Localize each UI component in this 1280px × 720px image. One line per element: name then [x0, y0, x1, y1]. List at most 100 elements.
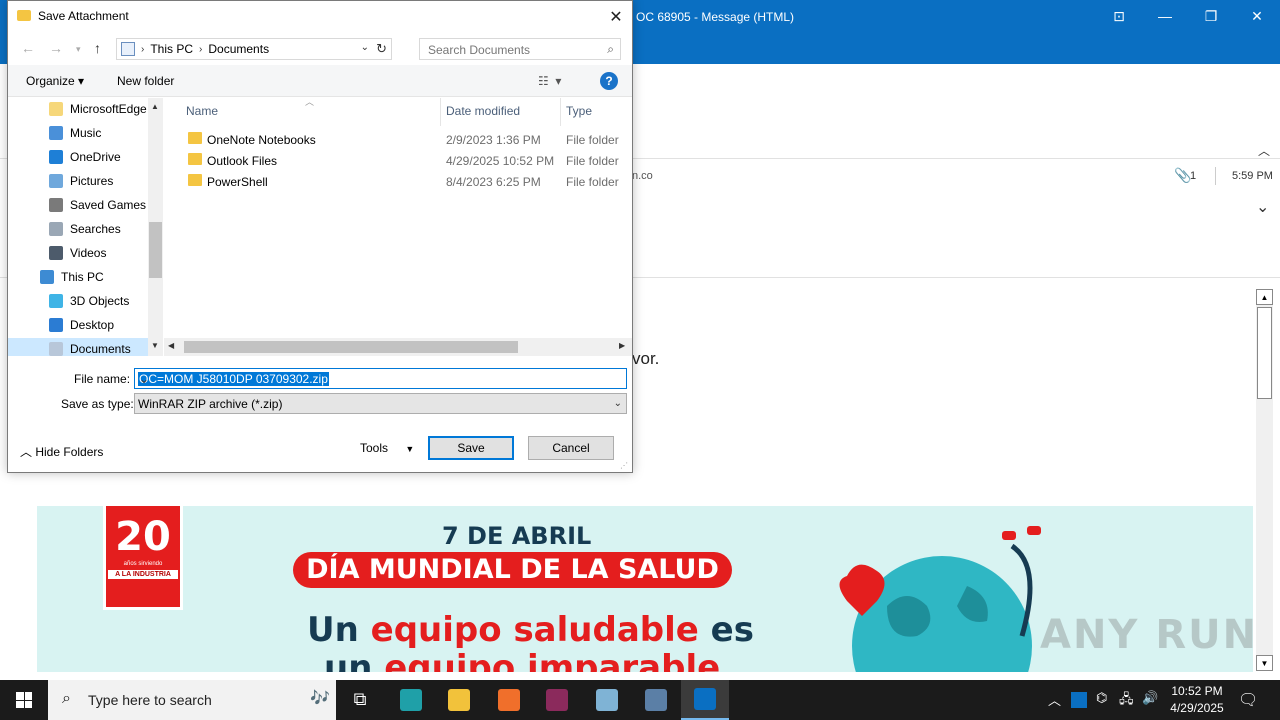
breadcrumb-this-pc[interactable]: This PC — [150, 42, 193, 56]
filename-dropdown-icon[interactable]: ⌄ — [138, 372, 622, 386]
file-row[interactable]: PowerShell 8/4/2023 6:25 PM File folder — [164, 171, 632, 192]
message-body-text: vor. — [632, 349, 660, 368]
new-folder-button[interactable]: New folder — [117, 74, 174, 88]
back-arrow-icon[interactable]: ← — [21, 40, 35, 56]
scroll-up-icon[interactable]: ▲ — [151, 102, 159, 111]
attachment-count: 1 — [1190, 170, 1197, 182]
recent-locations-icon[interactable]: ▾ — [76, 44, 81, 55]
hide-folders-button[interactable]: ︿ Hide Folders — [20, 443, 103, 460]
taskbar: ⌕ Type here to search 🎶 ⧉ ︿ ⌬ 🖧 🔊 10:52 … — [0, 680, 1280, 720]
taskbar-notepad-app-button[interactable] — [583, 680, 631, 720]
file-name: PowerShell — [207, 175, 268, 189]
taskbar-edge-button[interactable] — [387, 680, 435, 720]
outlook-tray-icon[interactable] — [1071, 692, 1087, 708]
taskbar-firefox-button[interactable] — [485, 680, 533, 720]
scroll-left-icon[interactable]: ◀ — [168, 341, 174, 350]
folder-icon — [49, 222, 63, 236]
action-center-icon[interactable]: 🗨 — [1238, 690, 1258, 710]
tree-item[interactable]: OneDrive — [49, 146, 121, 168]
folder-icon — [188, 174, 202, 186]
organize-button[interactable]: Organize ▾ — [26, 74, 84, 88]
scroll-up-icon[interactable]: ▲ — [1256, 289, 1273, 305]
horizontal-scroll-thumb[interactable] — [184, 341, 518, 353]
tree-item[interactable]: This PC — [40, 266, 104, 288]
tree-item[interactable]: Documents — [8, 338, 148, 356]
refresh-icon[interactable]: ↻ — [376, 41, 387, 57]
column-divider[interactable] — [440, 98, 441, 126]
cancel-button[interactable]: Cancel — [528, 436, 614, 460]
scroll-down-icon[interactable]: ▼ — [1256, 655, 1273, 671]
savetype-select[interactable]: WinRAR ZIP archive (*.zip) ⌄ — [134, 393, 627, 414]
volume-icon[interactable]: 🔊 — [1142, 690, 1158, 706]
show-hidden-icons-icon[interactable]: ︿ — [1048, 690, 1061, 709]
search-input[interactable]: Search Documents ⌕ — [419, 38, 621, 60]
help-icon[interactable]: ? — [600, 72, 618, 90]
dialog-titlebar: Save Attachment ✕ — [8, 1, 632, 32]
save-button[interactable]: Save — [428, 436, 514, 460]
tree-item[interactable]: 3D Objects — [49, 290, 129, 312]
tree-item[interactable]: MicrosoftEdge — [49, 98, 147, 120]
forward-arrow-icon[interactable]: → — [49, 40, 63, 56]
meet-now-icon[interactable]: ⌬ — [1096, 690, 1107, 706]
taskbar-outlook-button[interactable] — [681, 680, 729, 720]
scroll-down-icon[interactable]: ▼ — [151, 341, 159, 350]
address-bar[interactable]: › This PC › Documents ⌄ ↻ — [116, 38, 392, 60]
save-attachment-dialog: Save Attachment ✕ ← → ▾ ↑ › This PC › Do… — [7, 0, 633, 473]
breadcrumb-separator-icon[interactable]: › — [141, 44, 144, 55]
close-window-button[interactable]: ✕ — [1234, 4, 1280, 28]
tree-item[interactable]: Videos — [49, 242, 106, 264]
up-arrow-icon[interactable]: ↑ — [94, 40, 101, 56]
tree-item[interactable]: Music — [49, 122, 101, 144]
collapse-ribbon-icon[interactable]: ︿ — [1258, 142, 1270, 159]
column-divider[interactable] — [560, 98, 561, 126]
tools-button[interactable]: Tools ▼ — [360, 441, 414, 455]
system-clock[interactable]: 10:52 PM 4/29/2025 — [1164, 683, 1230, 717]
column-header-date[interactable]: Date modified — [446, 104, 520, 118]
tree-item-label: Videos — [70, 246, 107, 260]
hide-folders-label: Hide Folders — [35, 445, 104, 459]
address-dropdown-icon[interactable]: ⌄ — [361, 42, 369, 53]
scroll-thumb[interactable] — [1257, 307, 1272, 399]
documents-location-icon — [121, 42, 135, 56]
outlook-window-title: OC 68905 - Message (HTML) — [636, 10, 795, 24]
file-row[interactable]: Outlook Files 4/29/2025 10:52 PM File fold… — [164, 150, 632, 171]
restore-button[interactable]: ❐ — [1188, 4, 1234, 28]
file-list-hscrollbar[interactable]: ◀ ▶ — [164, 338, 632, 356]
taskbar-remote-app-button[interactable] — [632, 680, 680, 720]
navigation-pane-scrollbar[interactable]: ▲ ▼ — [148, 98, 163, 356]
network-icon[interactable]: 🖧 — [1119, 690, 1134, 712]
tree-item[interactable]: Saved Games — [49, 194, 146, 216]
task-view-icon: ⧉ — [353, 689, 367, 709]
scroll-right-icon[interactable]: ▶ — [619, 341, 625, 350]
column-header-type[interactable]: Type — [566, 104, 592, 118]
envelope-icon — [17, 10, 31, 21]
banner-headline: DÍA MUNDIAL DE LA SALUD — [293, 552, 732, 588]
navigation-scroll-thumb[interactable] — [149, 222, 162, 278]
savetype-dropdown-icon[interactable]: ⌄ — [614, 398, 622, 409]
taskbar-file-explorer-button[interactable] — [435, 680, 483, 720]
breadcrumb-separator-icon[interactable]: › — [199, 44, 202, 55]
start-button[interactable] — [0, 680, 48, 720]
view-options-icon[interactable]: ☷ ▾ — [538, 74, 561, 88]
savetype-label: Save as type: — [61, 397, 134, 411]
tree-item[interactable]: Searches — [49, 218, 121, 240]
tree-item[interactable]: Desktop — [49, 314, 114, 336]
taskbar-task-view-button[interactable]: ⧉ — [336, 680, 384, 720]
resize-grip-icon[interactable]: ⋰ — [620, 461, 628, 470]
tree-item[interactable]: Pictures — [49, 170, 113, 192]
dialog-close-button[interactable]: ✕ — [604, 5, 628, 29]
file-row[interactable]: OneNote Notebooks 2/9/2023 1:36 PM File fo… — [164, 129, 632, 150]
breadcrumb-documents[interactable]: Documents — [208, 42, 269, 56]
search-icon[interactable]: ⌕ — [607, 42, 614, 57]
taskbar-search[interactable]: ⌕ Type here to search 🎶 — [48, 680, 336, 720]
message-scrollbar[interactable]: ▲ ▼ — [1256, 289, 1273, 671]
column-header-name[interactable]: Name — [186, 104, 218, 118]
taskbar-winrar-button[interactable] — [533, 680, 581, 720]
search-highlight-icon[interactable]: 🎶 — [310, 688, 330, 708]
ribbon-display-icon[interactable]: ⊡ — [1096, 4, 1142, 28]
expand-header-icon[interactable]: ⌄ — [1256, 197, 1269, 217]
file-explorer-icon — [448, 689, 470, 711]
minimize-button[interactable]: — — [1142, 4, 1188, 28]
filename-input[interactable]: OC=MOM J58010DP 03709302.zip ⌄ — [134, 368, 627, 389]
badge-subtitle: años sirviendo — [123, 561, 163, 567]
